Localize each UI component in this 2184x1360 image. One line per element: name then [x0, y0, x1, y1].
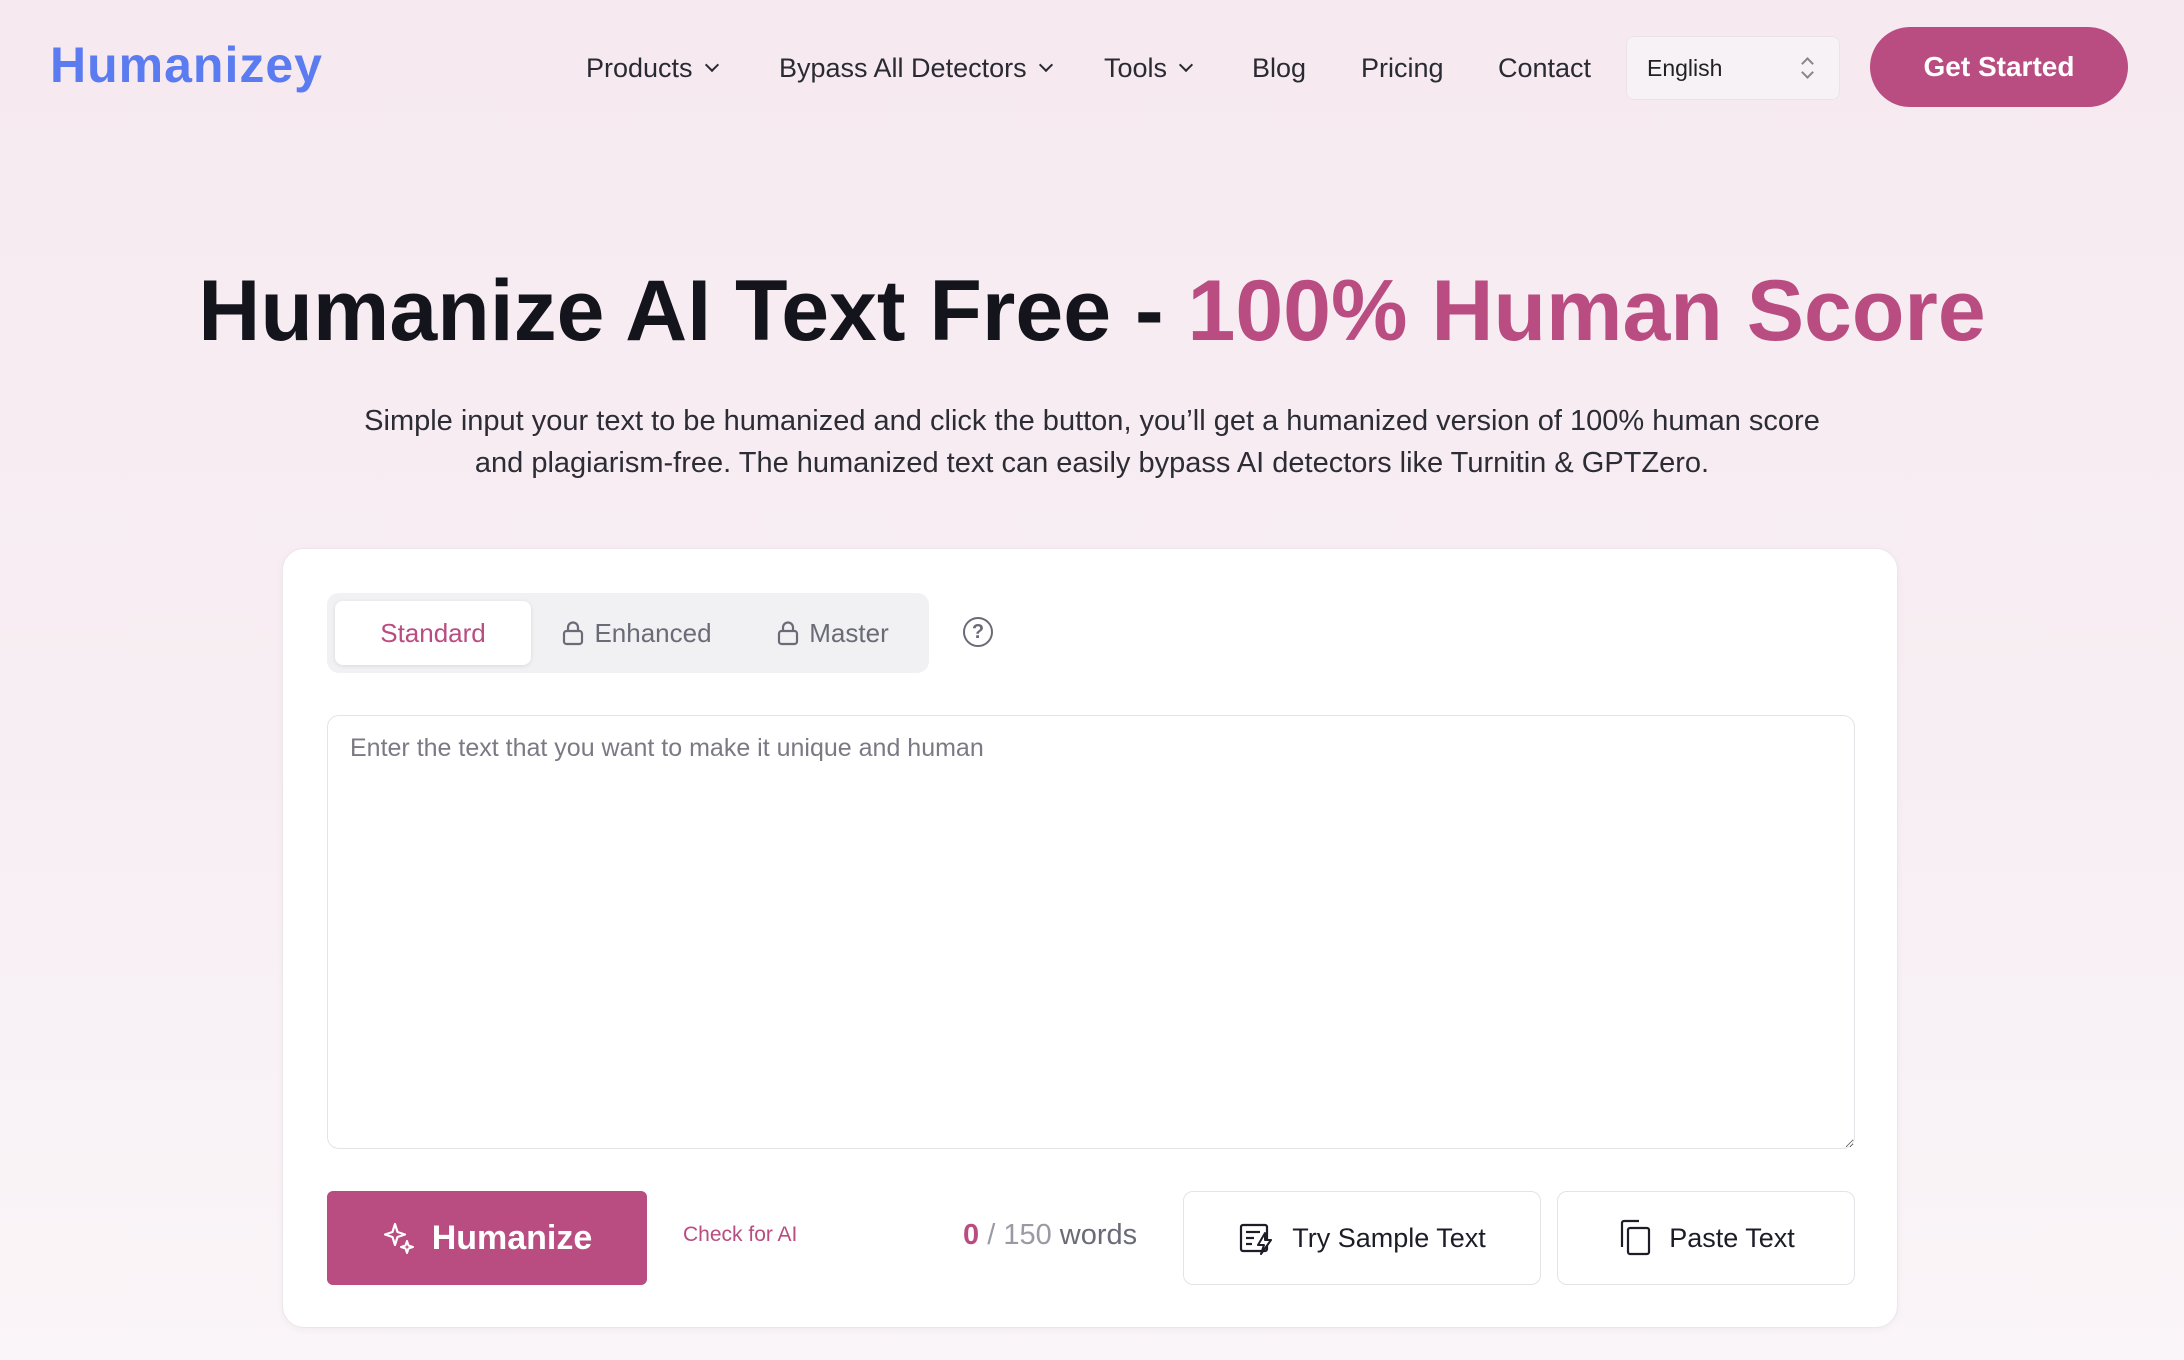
nav-contact[interactable]: Contact: [1498, 48, 1591, 88]
lock-icon: [563, 621, 584, 646]
chevron-down-icon: [704, 57, 719, 73]
page-subtitle: Simple input your text to be humanized a…: [364, 405, 1820, 479]
word-limit: / 150: [987, 1219, 1052, 1251]
mode-selector: Standard Enhanced Master: [327, 593, 929, 673]
nav-label: Products: [586, 52, 693, 83]
nav-label: Blog: [1252, 52, 1307, 83]
nav-tools[interactable]: Tools: [1104, 48, 1194, 88]
clipboard-icon: [1621, 1219, 1651, 1256]
nav-label: Contact: [1498, 52, 1592, 83]
paste-label: Paste Text: [1669, 1222, 1795, 1253]
sample-label: Try Sample Text: [1292, 1222, 1486, 1253]
page-title: Humanize AI Text Free - 100% Human Score: [0, 262, 2184, 361]
paste-text-button[interactable]: Paste Text: [1557, 1191, 1855, 1285]
humanize-label: Humanize: [431, 1218, 593, 1257]
mode-standard[interactable]: Standard: [335, 601, 531, 665]
word-unit: words: [1059, 1219, 1138, 1251]
language-select[interactable]: English: [1626, 36, 1840, 100]
nav-products[interactable]: Products: [586, 48, 719, 88]
title-accent: 100% Human Score: [1187, 263, 1986, 359]
mode-label: Master: [809, 617, 889, 648]
nav-bypass-all-detectors[interactable]: Bypass All Detectors: [779, 48, 1053, 88]
nav-pricing[interactable]: Pricing: [1361, 48, 1444, 88]
sparkles-icon: [383, 1222, 414, 1254]
language-value: English: [1647, 54, 1723, 81]
mode-label: Standard: [380, 617, 486, 648]
mode-enhanced[interactable]: Enhanced: [539, 601, 735, 665]
sample-text-icon: [1240, 1223, 1273, 1255]
chevron-down-icon: [1178, 57, 1194, 73]
nav-label: Tools: [1104, 52, 1168, 83]
nav-blog[interactable]: Blog: [1252, 48, 1306, 88]
word-counter: 0 / 150 words: [963, 1219, 1137, 1252]
question-circle-icon[interactable]: ?: [963, 617, 993, 647]
word-count: 0: [963, 1219, 980, 1251]
try-sample-text-button[interactable]: Try Sample Text: [1183, 1191, 1541, 1285]
chevron-up-down-icon: [1801, 57, 1813, 81]
title-main: Humanize AI Text Free -: [198, 263, 1188, 359]
humanize-button[interactable]: Humanize: [327, 1191, 647, 1285]
check-for-ai-link[interactable]: Check for AI: [683, 1223, 797, 1247]
text-input[interactable]: [327, 715, 1855, 1149]
get-started-button[interactable]: Get Started: [1870, 27, 2128, 107]
mode-label: Enhanced: [594, 617, 712, 648]
logo[interactable]: Humanizey: [50, 36, 323, 94]
mode-master[interactable]: Master: [743, 601, 923, 665]
chevron-down-icon: [1038, 57, 1053, 73]
humanizer-card: Standard Enhanced Master ? Humanize Chec…: [282, 548, 1898, 1328]
lock-icon: [778, 621, 799, 646]
nav-label: Bypass All Detectors: [779, 52, 1027, 83]
nav-label: Pricing: [1361, 52, 1444, 83]
